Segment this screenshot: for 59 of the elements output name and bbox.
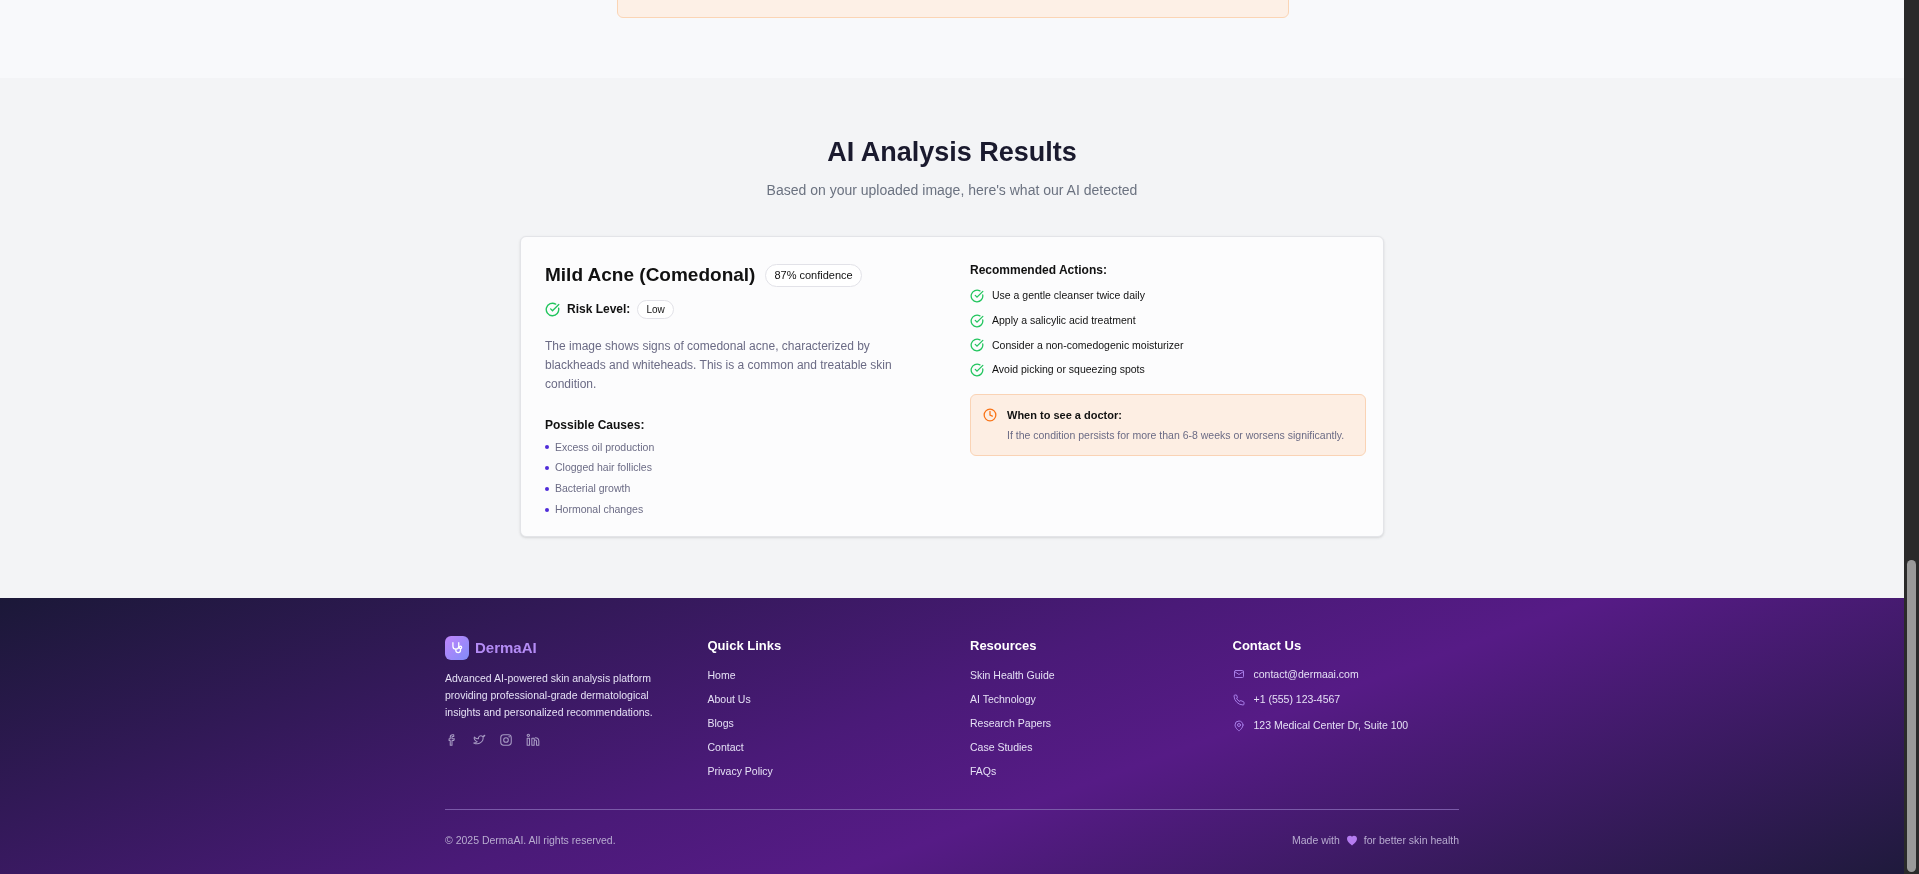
alert-title: When to see a doctor: (1007, 408, 1123, 423)
action-item: Consider a non-comedogenic moisturizer (992, 337, 1184, 353)
risk-label: Risk Level: (567, 301, 631, 318)
footer-link[interactable]: Case Studies (970, 739, 1197, 754)
cause-item: Bacterial growth (555, 481, 631, 496)
footer-link[interactable]: AI Technology (970, 691, 1197, 706)
instagram-icon[interactable] (499, 733, 513, 747)
made-with-text: Made with (1292, 832, 1340, 848)
copyright-text: © 2025 DermaAI. All rights reserved. (445, 832, 616, 848)
risk-badge: Low (637, 299, 674, 319)
linkedin-icon[interactable] (526, 733, 540, 747)
footer-link[interactable]: About Us (707, 691, 934, 706)
about-text: Advanced AI-powered skin analysis platform providing professional-grade dermatological insights and personalized recommendations. (445, 671, 654, 720)
phone-icon (1232, 694, 1245, 707)
column-heading: Resources (970, 637, 1038, 655)
causes-heading: Possible Causes: (545, 416, 646, 434)
heart-icon (1345, 834, 1358, 846)
contact-text: 123 Medical Center Dr, Suite 100 (1253, 718, 1409, 733)
confidence-badge: 87% confidence (765, 264, 862, 287)
bullet-icon (545, 445, 549, 450)
contact-text: +1 (555) 123-4567 (1253, 692, 1341, 708)
scrollbar[interactable] (1904, 0, 1919, 874)
bullet-icon (545, 507, 549, 512)
action-item: Use a gentle cleanser twice daily (992, 288, 1145, 303)
check-circle-icon (970, 338, 984, 353)
made-for-text: for better skin health (1363, 832, 1459, 848)
footer-link[interactable]: FAQs (970, 763, 1197, 778)
footer-link[interactable]: Blogs (707, 715, 934, 730)
alert-text: If the condition persists for more than 6-8 weeks or worsens significantly. (1007, 427, 1345, 443)
contact-text: contact@dermaai.com (1253, 666, 1359, 682)
cause-item: Clogged hair follicles (555, 460, 652, 476)
footer-link[interactable]: Contact (707, 739, 934, 754)
location-pin-icon (1232, 719, 1245, 732)
email-icon (1232, 668, 1245, 681)
footer-link[interactable]: Research Papers (970, 715, 1197, 730)
check-circle-icon (970, 363, 984, 378)
column-heading: Contact Us (1232, 637, 1303, 655)
footer-link[interactable]: Skin Health Guide (970, 667, 1197, 682)
description-text: The image shows signs of comedonal acne, characterized by blackheads and whiteheads. This is a common and treatable skin condition. (545, 337, 893, 393)
cause-item: Excess oil production (555, 439, 655, 455)
actions-heading: Recommended Actions: (970, 262, 1108, 279)
check-circle-icon (970, 288, 984, 303)
check-circle-icon (545, 301, 560, 317)
footer-link[interactable]: Home (707, 667, 934, 682)
action-item: Apply a salicylic acid treatment (992, 312, 1136, 328)
cause-item: Hormonal changes (555, 501, 644, 517)
section-subtitle: Based on your uploaded image, here's what our AI detected (766, 181, 1138, 200)
brand-name[interactable]: DermaAI (475, 636, 537, 660)
clock-icon (983, 408, 997, 422)
footer-link[interactable]: Privacy Policy (707, 763, 934, 778)
bullet-icon (545, 486, 549, 491)
check-circle-icon (970, 313, 984, 328)
action-item: Avoid picking or squeezing spots (992, 362, 1145, 378)
condition-title: Mild Acne (Comedonal) (545, 263, 756, 287)
twitter-icon[interactable] (472, 733, 486, 747)
column-heading: Quick Links (707, 637, 783, 655)
section-title: AI Analysis Results (827, 136, 1077, 169)
logo-icon (445, 636, 469, 660)
bullet-icon (545, 466, 549, 471)
